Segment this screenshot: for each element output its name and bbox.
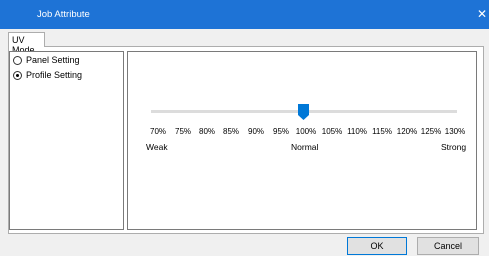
ok-button[interactable]: OK — [347, 237, 407, 255]
tick-label: 110% — [347, 127, 367, 136]
close-icon[interactable]: ✕ — [477, 7, 489, 21]
radio-label: Panel Setting — [26, 55, 80, 65]
tab-uv-mode[interactable]: UV Mode — [8, 32, 45, 55]
strong-label: Strong — [441, 142, 467, 152]
tick-label: 120% — [396, 127, 418, 136]
radio-label: Profile Setting — [26, 70, 83, 80]
slider-thumb[interactable] — [298, 104, 309, 120]
tick-label: 130% — [444, 127, 466, 136]
tick-label: 105% — [321, 127, 343, 136]
weak-label: Weak — [146, 142, 168, 152]
cancel-button[interactable]: Cancel — [417, 237, 479, 255]
tab-strip — [0, 29, 489, 47]
slider-group — [127, 51, 477, 230]
tick-label: 115% — [372, 127, 392, 136]
tick-label: 70% — [149, 127, 167, 136]
normal-label: Normal — [291, 142, 319, 152]
tick-label: 125% — [420, 127, 442, 136]
window-title: Job Attribute — [37, 9, 90, 20]
tick-label: 100% — [295, 127, 317, 136]
tick-label: 95% — [272, 127, 290, 136]
tick-label: 75% — [174, 127, 192, 136]
tick-label: 80% — [198, 127, 216, 136]
tick-label: 90% — [247, 127, 265, 136]
radio-button[interactable] — [13, 56, 22, 65]
tick-label: 85% — [222, 127, 240, 136]
radio-button-checked[interactable] — [13, 71, 22, 80]
